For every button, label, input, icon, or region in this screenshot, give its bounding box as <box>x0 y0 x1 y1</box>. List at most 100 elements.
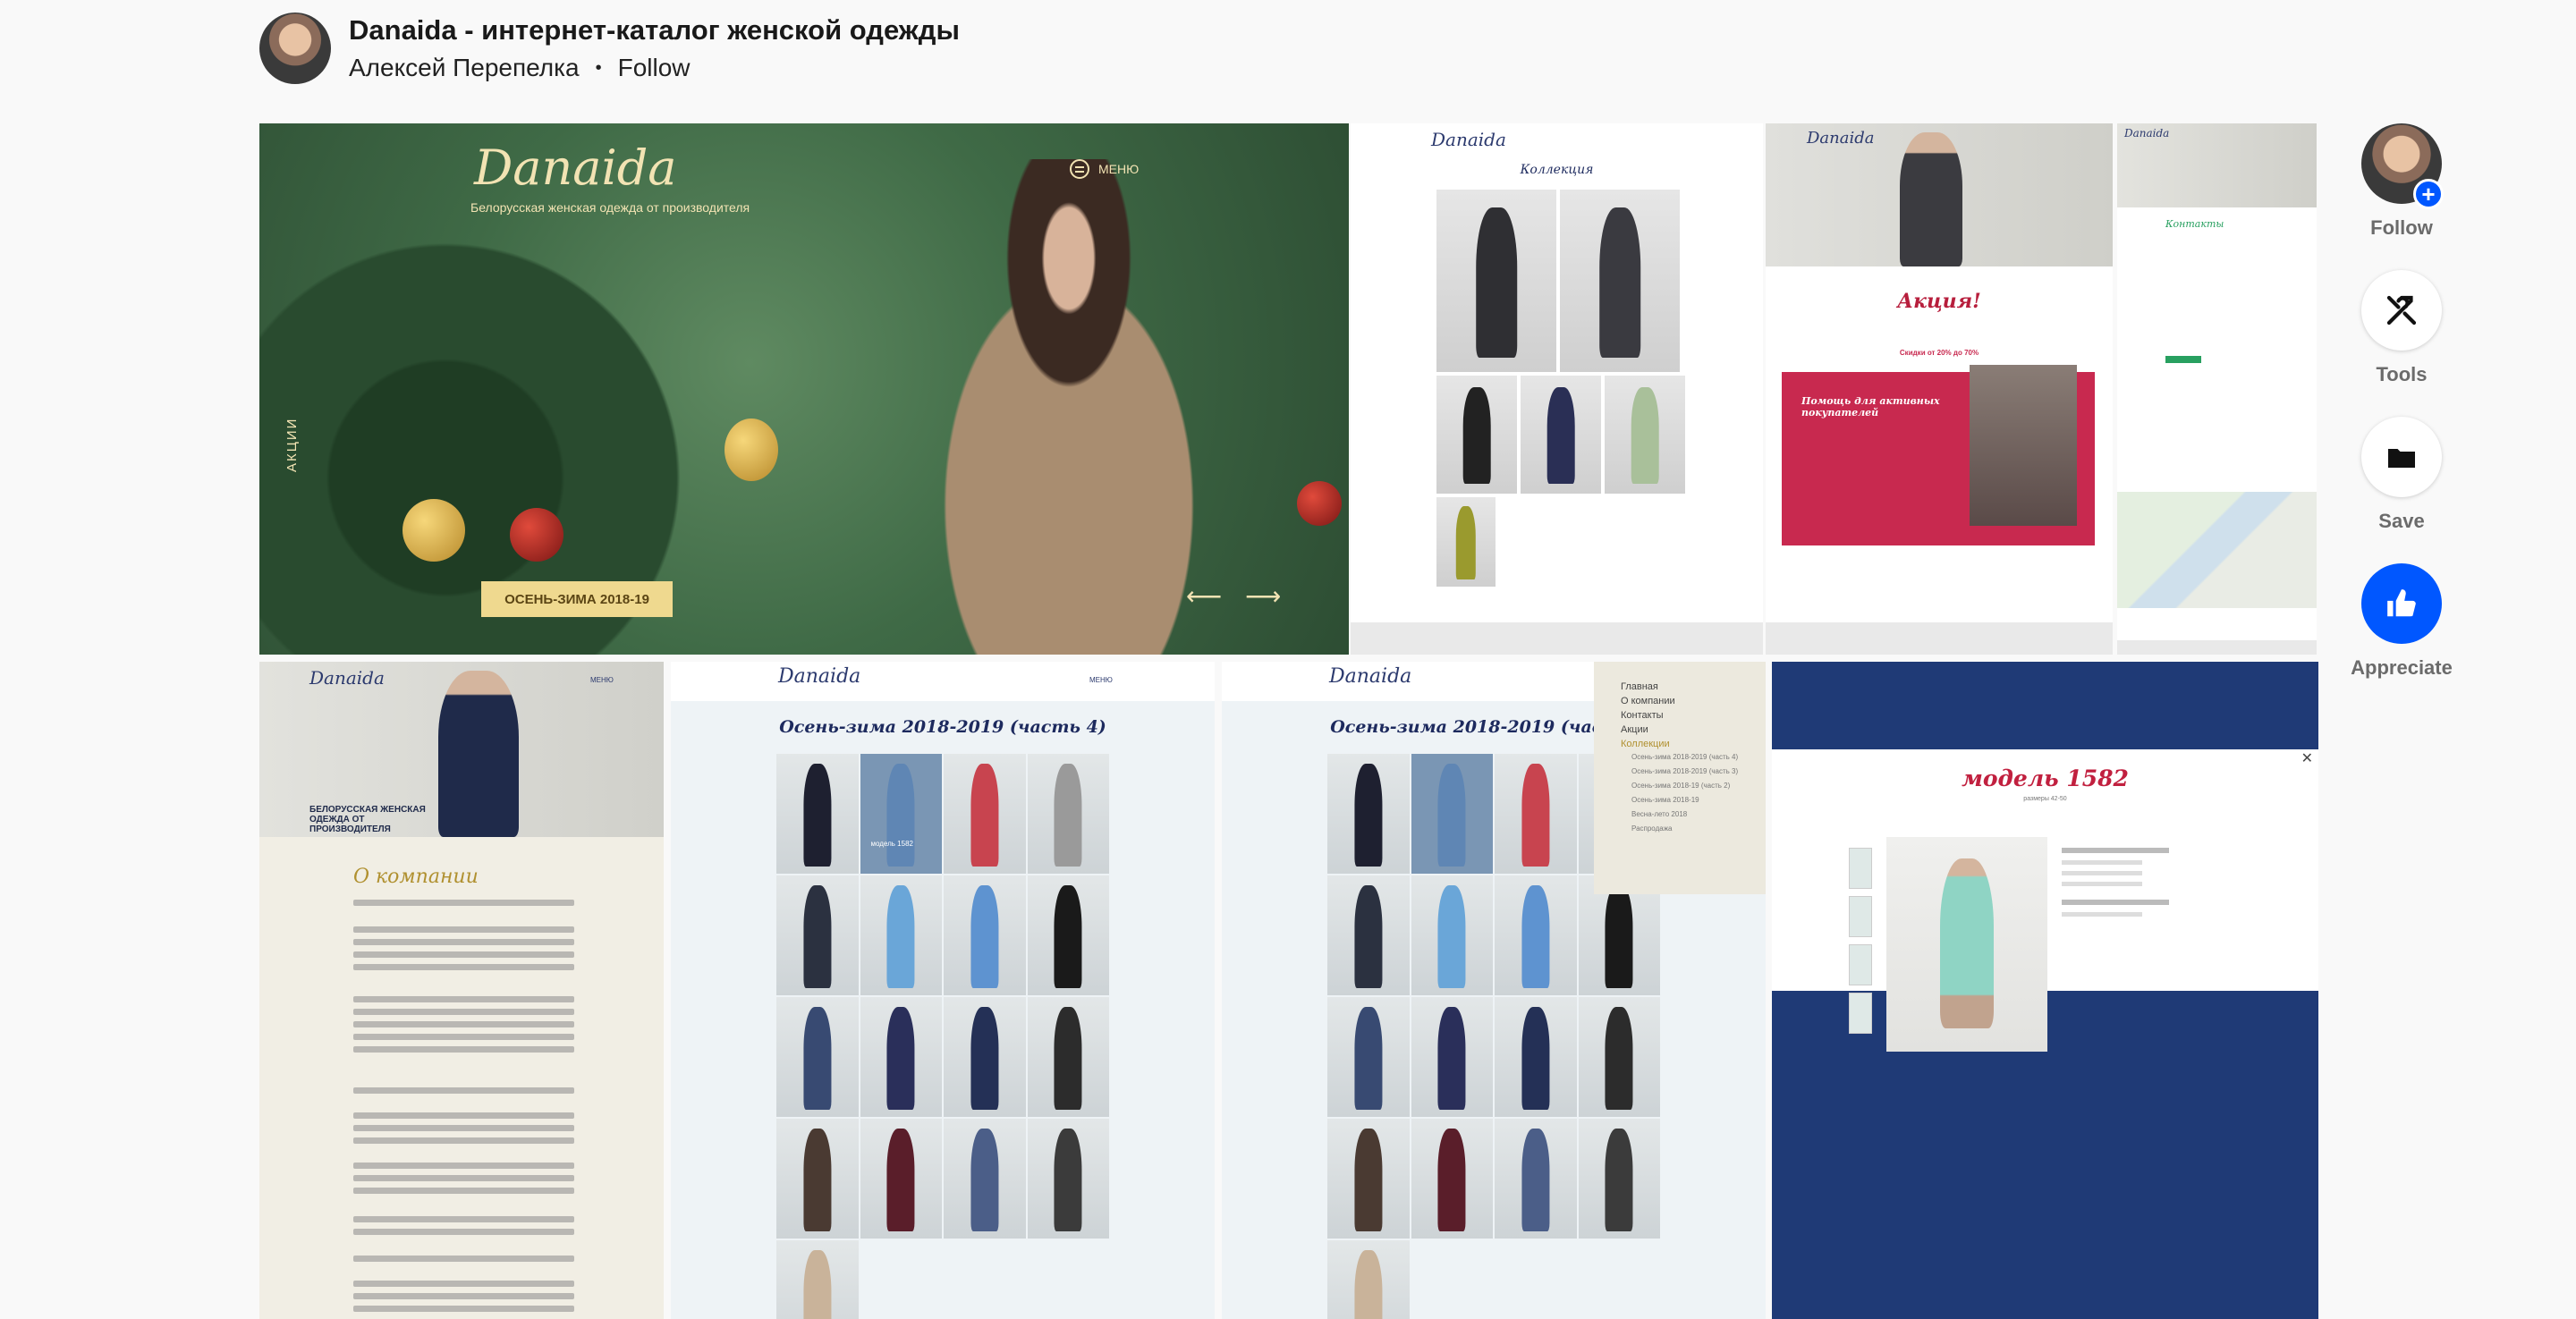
contacts-title: Контакты <box>2165 218 2224 230</box>
nav-item-promos[interactable]: Акции <box>1621 724 1739 735</box>
nav-subitem[interactable]: Распродажа <box>1631 824 1739 833</box>
project-gallery: Danaida - интернет-каталог женской одежд… <box>0 0 2576 1319</box>
product-card[interactable] <box>1411 754 1493 874</box>
catalog-photo <box>1605 376 1685 494</box>
thumbnail[interactable] <box>1849 848 1872 889</box>
product-card[interactable] <box>1327 875 1410 995</box>
product-card[interactable] <box>1027 1119 1109 1239</box>
product-card[interactable] <box>1027 997 1109 1117</box>
product-card[interactable] <box>1327 1240 1410 1319</box>
mini-logo: Danaida <box>1329 665 1412 688</box>
thumbnail[interactable] <box>1849 896 1872 937</box>
spec-line <box>2062 848 2169 853</box>
text-line <box>353 1125 574 1131</box>
hero-tagline: Белорусская женская одежда от производит… <box>470 200 750 215</box>
thumbnail[interactable] <box>1849 944 1872 985</box>
model-photo <box>1900 132 1962 266</box>
follow-link[interactable]: Follow <box>618 54 691 82</box>
product-card[interactable] <box>1027 754 1109 874</box>
rail-appreciate[interactable]: Appreciate <box>2351 563 2453 680</box>
nav-subitem[interactable]: Осень-зима 2018-2019 (часть 4) <box>1631 753 1739 761</box>
product-card[interactable]: модель 1582 <box>860 754 942 874</box>
season-button[interactable]: ОСЕНЬ-ЗИМА 2018-19 <box>481 581 673 617</box>
hero-logo: Danaida <box>474 140 677 196</box>
rail-save-label: Save <box>2378 510 2425 532</box>
season-screenshot[interactable]: Danaida МЕНЮ Осень-зима 2018-2019 (часть… <box>671 662 1215 1319</box>
thumbnail[interactable] <box>1849 993 1872 1034</box>
send-button[interactable] <box>2165 356 2201 363</box>
product-card[interactable] <box>776 1240 859 1319</box>
spec-line <box>2062 912 2142 917</box>
mini-logo: Danaida <box>1431 129 1506 150</box>
model-detail-screenshot[interactable]: модель 1582 размеры 42-50 ✕ <box>1772 662 2318 1319</box>
product-card[interactable] <box>1327 1119 1410 1239</box>
product-card[interactable] <box>860 1119 942 1239</box>
spec-line <box>2062 900 2169 905</box>
hero-menu-button[interactable]: МЕНЮ <box>1070 159 1139 179</box>
arrow-right-icon[interactable]: ⟶ <box>1245 581 1281 611</box>
rail-save[interactable]: Save <box>2361 417 2442 533</box>
slider-arrows: ⟵ ⟶ <box>1186 581 1281 611</box>
contacts-banner: Danaida <box>2117 123 2317 207</box>
product-card[interactable] <box>1411 1119 1493 1239</box>
nav-item-contacts[interactable]: Контакты <box>1621 710 1739 721</box>
product-card[interactable] <box>860 875 942 995</box>
nav-dropdown: Главная О компании Контакты Акции Коллек… <box>1594 662 1766 894</box>
product-card[interactable] <box>944 997 1026 1117</box>
product-card[interactable] <box>860 997 942 1117</box>
mini-logo: Danaida <box>2124 127 2170 140</box>
nav-item-collections[interactable]: Коллекции <box>1621 739 1739 749</box>
contacts-screenshot[interactable]: Danaida Контакты <box>2117 123 2317 655</box>
nav-subitem[interactable]: Осень-зима 2018-2019 (часть 3) <box>1631 767 1739 775</box>
text-line <box>353 1188 574 1194</box>
product-card[interactable] <box>776 997 859 1117</box>
arrow-left-icon[interactable]: ⟵ <box>1186 581 1222 611</box>
product-card[interactable] <box>944 754 1026 874</box>
model-sizes: размеры 42-50 <box>2023 796 2067 802</box>
menu-label[interactable]: МЕНЮ <box>1089 676 1113 684</box>
product-card[interactable] <box>776 875 859 995</box>
product-card[interactable] <box>1411 997 1493 1117</box>
about-screenshot[interactable]: Danaida МЕНЮ БЕЛОРУССКАЯ ЖЕНСКАЯ ОДЕЖДА … <box>259 662 664 1319</box>
product-card[interactable] <box>1495 997 1577 1117</box>
text-line <box>353 1216 574 1222</box>
catalog-photo <box>1436 497 1496 587</box>
text-line <box>353 939 574 945</box>
product-card[interactable] <box>1327 997 1410 1117</box>
product-card[interactable] <box>1495 754 1577 874</box>
season-menu-screenshot[interactable]: Danaida Осень-зима 2018-2019 (часть 4) Г… <box>1222 662 1766 1319</box>
nav-item-home[interactable]: Главная <box>1621 681 1739 692</box>
product-card[interactable] <box>1327 754 1410 874</box>
product-card[interactable] <box>944 875 1026 995</box>
owner-avatar[interactable] <box>259 13 331 84</box>
product-card[interactable] <box>1578 1119 1660 1239</box>
promo-side-label[interactable]: АКЦИИ <box>284 418 300 472</box>
nav-item-about[interactable]: О компании <box>1621 696 1739 706</box>
product-card[interactable] <box>1495 875 1577 995</box>
product-card[interactable] <box>944 1119 1026 1239</box>
product-card[interactable] <box>1495 1119 1577 1239</box>
nav-subitem[interactable]: Осень-зима 2018-19 <box>1631 796 1739 804</box>
hero-image[interactable]: Danaida Белорусская женская одежда от пр… <box>259 123 1349 655</box>
menu-label[interactable]: МЕНЮ <box>590 676 614 684</box>
author-link[interactable]: Алексей Перепелка <box>349 54 580 82</box>
catalog-photo <box>1436 376 1517 494</box>
nav-subitem[interactable]: Весна-лето 2018 <box>1631 810 1739 818</box>
promo-screenshot[interactable]: Danaida Акция! Скидки от 20% до 70% Помо… <box>1766 123 2113 655</box>
rail-tools[interactable]: Tools <box>2361 270 2442 386</box>
product-card[interactable] <box>1411 875 1493 995</box>
product-card[interactable] <box>1578 997 1660 1117</box>
about-title: О компании <box>353 866 479 888</box>
product-card[interactable] <box>1027 875 1109 995</box>
bauble-image <box>510 508 564 562</box>
owner-avatar[interactable]: + <box>2361 123 2444 209</box>
text-line <box>353 1112 574 1119</box>
product-card[interactable] <box>776 754 859 874</box>
close-icon[interactable]: ✕ <box>2301 749 2313 767</box>
rail-tools-label: Tools <box>2376 363 2428 385</box>
promo-banner: Danaida <box>1766 123 2113 266</box>
nav-subitem[interactable]: Осень-зима 2018-19 (часть 2) <box>1631 782 1739 790</box>
collections-screenshot[interactable]: Danaida Коллекция <box>1351 123 1763 655</box>
product-card[interactable] <box>776 1119 859 1239</box>
rail-follow[interactable]: + Follow <box>2361 123 2444 240</box>
